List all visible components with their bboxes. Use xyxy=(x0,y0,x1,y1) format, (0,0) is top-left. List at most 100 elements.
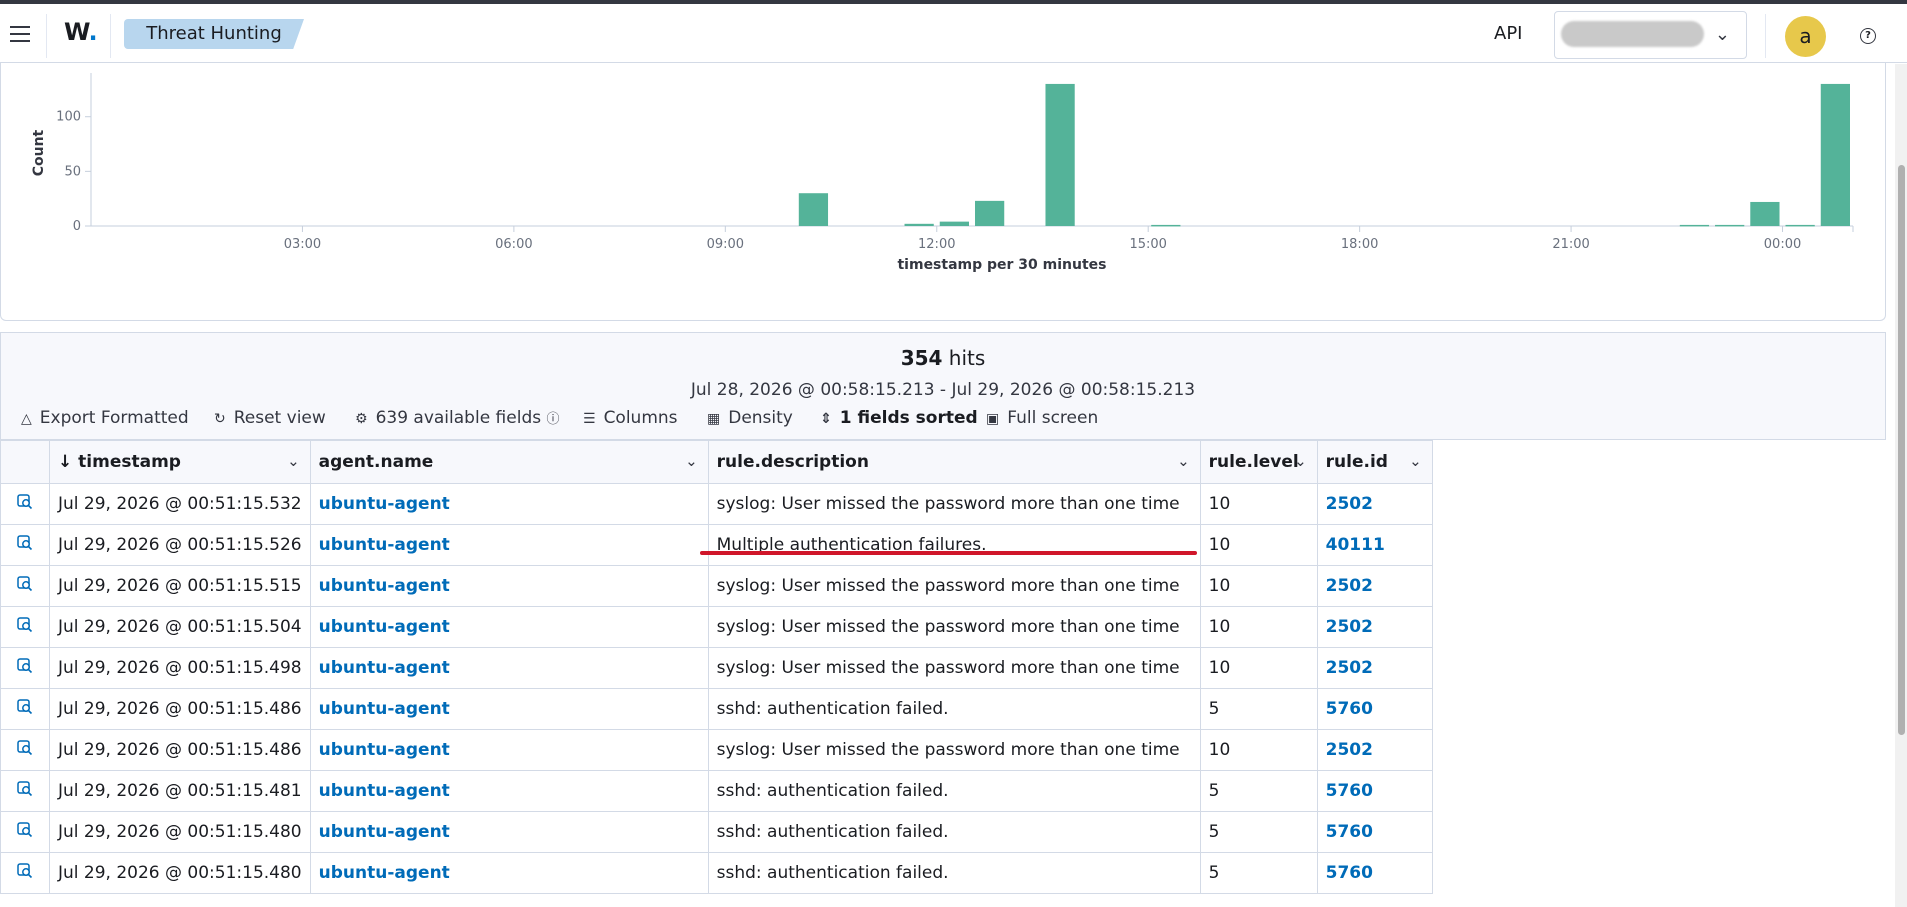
cell-agent-name[interactable]: ubuntu-agent xyxy=(309,852,709,894)
cell-agent-name[interactable]: ubuntu-agent xyxy=(309,647,709,689)
column-header-timestamp[interactable]: ↓ timestamp ⌄ xyxy=(49,440,311,484)
column-header-rule-description[interactable]: rule.description ⌄ xyxy=(707,440,1201,484)
expand-document-icon[interactable] xyxy=(0,811,50,853)
cell-timestamp: Jul 29, 2026 @ 00:51:15.526 xyxy=(49,524,311,566)
cell-timestamp: Jul 29, 2026 @ 00:51:15.486 xyxy=(49,688,311,730)
table-row: Jul 29, 2026 @ 00:51:15.504 ubuntu-agent s… xyxy=(0,606,1433,648)
export-formatted-button[interactable]: △ Export Formatted xyxy=(21,408,189,428)
fullscreen-button[interactable]: ▣ Full screen xyxy=(986,408,1098,428)
expand-document-icon[interactable] xyxy=(0,606,50,648)
x-tick-label: 00:00 xyxy=(1764,237,1801,252)
cell-rule-id[interactable]: 2502 xyxy=(1316,606,1433,648)
table-row: Jul 29, 2026 @ 00:51:15.486 ubuntu-agent s… xyxy=(0,729,1433,771)
cell-rule-level: 10 xyxy=(1199,729,1318,771)
cell-agent-name[interactable]: ubuntu-agent xyxy=(309,606,709,648)
reset-label: Reset view xyxy=(233,408,326,428)
hits-count: 354 xyxy=(900,346,943,370)
histogram-bar[interactable] xyxy=(1679,224,1710,227)
histogram-bar[interactable] xyxy=(1750,201,1780,226)
cell-rule-id[interactable]: 2502 xyxy=(1316,729,1433,771)
table-header-row: ↓ timestamp ⌄ agent.name ⌄ rule.descriptio… xyxy=(0,440,1433,484)
cell-agent-name[interactable]: ubuntu-agent xyxy=(309,811,709,853)
cell-rule-id[interactable]: 40111 xyxy=(1316,524,1433,566)
expand-document-icon[interactable] xyxy=(0,647,50,689)
cell-rule-level: 10 xyxy=(1199,524,1318,566)
cell-rule-description: sshd: authentication failed. xyxy=(707,688,1201,730)
histogram-bar[interactable] xyxy=(975,200,1005,226)
x-tick-label: 06:00 xyxy=(495,237,532,252)
cell-rule-level: 10 xyxy=(1199,647,1318,689)
histogram-bar[interactable] xyxy=(939,221,969,226)
column-header-rule-level[interactable]: rule.level ⌄ xyxy=(1199,440,1318,484)
expand-document-icon[interactable] xyxy=(0,483,50,525)
chevron-down-icon[interactable]: ⌄ xyxy=(1177,452,1190,470)
histogram-bar[interactable] xyxy=(1715,224,1745,227)
cell-rule-id[interactable]: 5760 xyxy=(1316,811,1433,853)
cell-agent-name[interactable]: ubuntu-agent xyxy=(309,688,709,730)
cell-agent-name[interactable]: ubuntu-agent xyxy=(309,524,709,566)
columns-label: Columns xyxy=(603,408,678,428)
cell-rule-id[interactable]: 5760 xyxy=(1316,688,1433,730)
expand-document-icon[interactable] xyxy=(0,729,50,771)
y-tick-label: 0 xyxy=(73,219,81,234)
chevron-down-icon[interactable]: ⌄ xyxy=(685,452,698,470)
density-button[interactable]: ▦ Density xyxy=(707,408,793,428)
export-label: Export Formatted xyxy=(39,408,189,428)
chevron-down-icon[interactable]: ⌄ xyxy=(1409,452,1422,470)
cell-rule-id[interactable]: 2502 xyxy=(1316,647,1433,689)
sort-button[interactable]: ⇕ 1 fields sorted xyxy=(820,408,978,428)
cell-rule-id[interactable]: 5760 xyxy=(1316,852,1433,894)
user-avatar[interactable]: a xyxy=(1785,16,1826,57)
app-logo[interactable]: W. xyxy=(64,18,98,46)
cell-agent-name[interactable]: ubuntu-agent xyxy=(309,770,709,812)
menu-icon[interactable] xyxy=(10,26,30,42)
x-tick-label: 15:00 xyxy=(1129,237,1166,252)
cell-timestamp: Jul 29, 2026 @ 00:51:15.504 xyxy=(49,606,311,648)
histogram-bar[interactable] xyxy=(1820,83,1850,226)
app-header: W. Threat Hunting API ⌄ a ? xyxy=(0,4,1907,63)
chevron-down-icon[interactable]: ⌄ xyxy=(1294,452,1307,470)
expand-document-icon[interactable] xyxy=(0,770,50,812)
header-expand xyxy=(0,440,50,484)
list-icon: ☰ xyxy=(583,411,596,427)
reset-view-button[interactable]: ↻ Reset view xyxy=(214,408,326,428)
fields-label: 639 available fields xyxy=(375,408,542,428)
scrollbar-thumb[interactable] xyxy=(1898,165,1905,735)
expand-document-icon[interactable] xyxy=(0,852,50,894)
cell-rule-level: 5 xyxy=(1199,811,1318,853)
expand-document-icon[interactable] xyxy=(0,565,50,607)
fields-icon: ⚙ xyxy=(355,411,368,427)
histogram-bar[interactable] xyxy=(904,223,934,226)
cell-timestamp: Jul 29, 2026 @ 00:51:15.486 xyxy=(49,729,311,771)
table-row: Jul 29, 2026 @ 00:51:15.480 ubuntu-agent s… xyxy=(0,852,1433,894)
histogram-bar[interactable] xyxy=(1045,83,1075,226)
column-header-rule-id[interactable]: rule.id ⌄ xyxy=(1316,440,1433,484)
chevron-down-icon[interactable]: ⌄ xyxy=(287,452,300,470)
column-label: rule.id xyxy=(1325,452,1388,472)
breadcrumb-threat-hunting[interactable]: Threat Hunting xyxy=(124,19,304,49)
cell-rule-id[interactable]: 2502 xyxy=(1316,565,1433,607)
histogram-bar[interactable] xyxy=(1151,224,1181,227)
cell-rule-level: 10 xyxy=(1199,606,1318,648)
histogram-bar[interactable] xyxy=(1785,224,1815,227)
cell-rule-id[interactable]: 5760 xyxy=(1316,770,1433,812)
api-link[interactable]: API xyxy=(1494,23,1522,44)
help-icon[interactable]: ? xyxy=(1860,28,1876,44)
cell-timestamp: Jul 29, 2026 @ 00:51:15.515 xyxy=(49,565,311,607)
column-header-agent-name[interactable]: agent.name ⌄ xyxy=(309,440,709,484)
available-fields-button[interactable]: ⚙ 639 available fields ⓘ xyxy=(355,408,560,428)
cell-agent-name[interactable]: ubuntu-agent xyxy=(309,483,709,525)
cell-timestamp: Jul 29, 2026 @ 00:51:15.480 xyxy=(49,852,311,894)
cell-rule-level: 5 xyxy=(1199,688,1318,730)
expand-document-icon[interactable] xyxy=(0,524,50,566)
api-selector[interactable]: ⌄ xyxy=(1554,11,1747,59)
cell-agent-name[interactable]: ubuntu-agent xyxy=(309,729,709,771)
cell-agent-name[interactable]: ubuntu-agent xyxy=(309,565,709,607)
expand-document-icon[interactable] xyxy=(0,688,50,730)
cell-rule-id[interactable]: 2502 xyxy=(1316,483,1433,525)
columns-button[interactable]: ☰ Columns xyxy=(583,408,678,428)
histogram-bar[interactable] xyxy=(798,193,829,226)
cell-rule-description: syslog: User missed the password more th… xyxy=(707,606,1201,648)
fullscreen-label: Full screen xyxy=(1007,408,1099,428)
x-tick-label: 09:00 xyxy=(707,237,744,252)
